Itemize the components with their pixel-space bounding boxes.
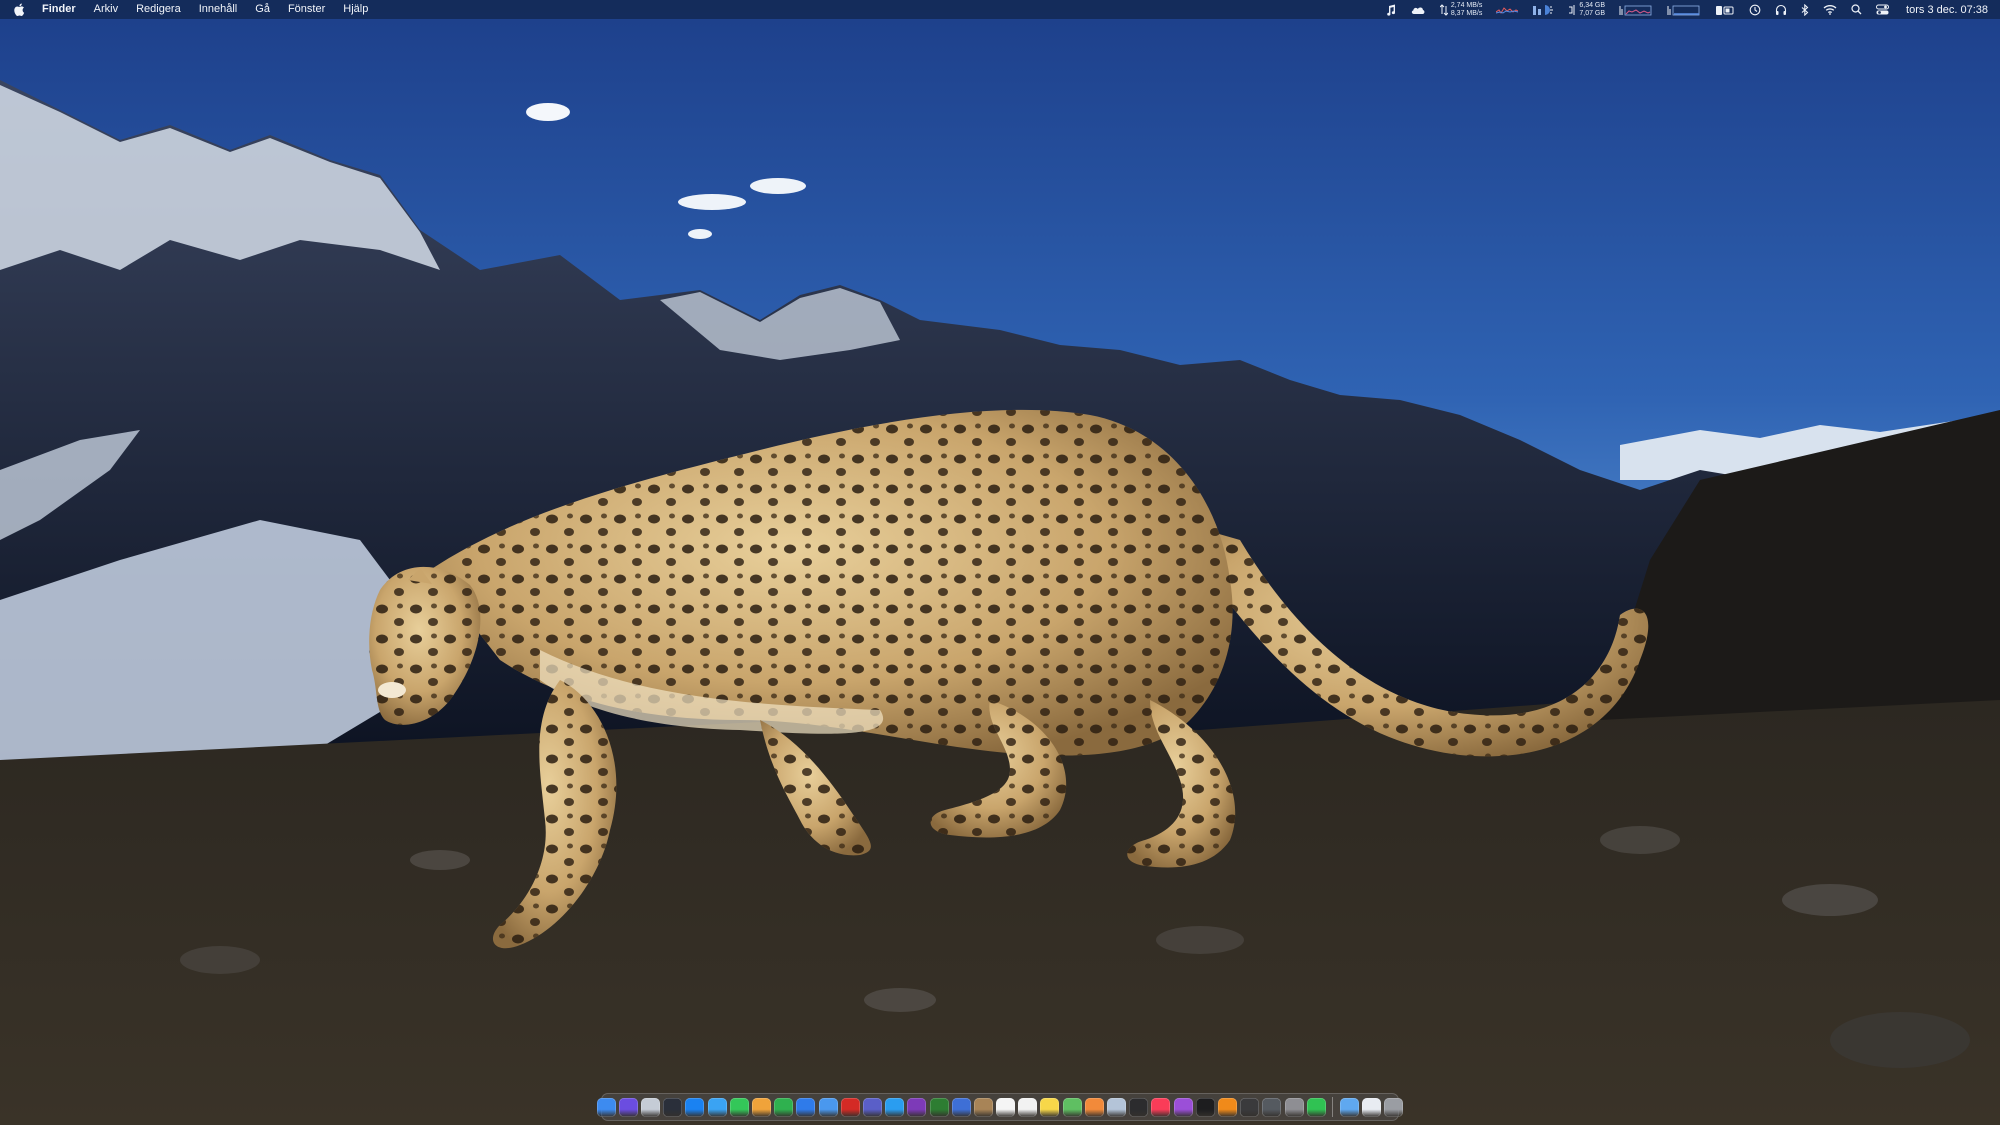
books-icon[interactable] — [1217, 1097, 1237, 1117]
safari-icon[interactable] — [707, 1097, 727, 1117]
menu-redigera[interactable]: Redigera — [127, 0, 190, 19]
pages-icon[interactable] — [752, 1097, 772, 1117]
apple-tv-icon[interactable] — [1195, 1097, 1215, 1117]
dock-folders — [1338, 1097, 1405, 1117]
disk-usage-readout: 6,34 GB 7,07 GB — [1579, 2, 1605, 18]
cpu-gauge-icon[interactable] — [1532, 0, 1554, 19]
cloud-icon[interactable] — [1410, 0, 1426, 19]
spotlight-search-icon[interactable] — [1851, 0, 1862, 19]
console-icon[interactable] — [1262, 1097, 1282, 1117]
vim-icon[interactable] — [929, 1097, 949, 1117]
desktop-wallpaper — [0, 0, 2000, 1125]
calendar-icon[interactable] — [996, 1097, 1016, 1117]
disk-used-value: 6,34 GB — [1579, 1, 1606, 9]
downloads-folder-icon[interactable] — [1339, 1097, 1359, 1117]
menu-bar-clock[interactable]: tors 3 dec. 07:38 — [1906, 4, 1988, 16]
photos-icon[interactable] — [1084, 1097, 1104, 1117]
dock-apps — [595, 1097, 1327, 1117]
menu-bar-left: Finder Arkiv Redigera Innehåll Gå Fönste… — [0, 0, 377, 19]
voice-memos-icon[interactable] — [1129, 1097, 1149, 1117]
onenote-icon[interactable] — [907, 1097, 927, 1117]
dock-separator — [1332, 1097, 1334, 1117]
preview-icon[interactable] — [1107, 1097, 1127, 1117]
mission-control-icon[interactable] — [663, 1097, 683, 1117]
control-center-icon[interactable] — [1876, 0, 1890, 19]
menu-app-finder[interactable]: Finder — [38, 0, 85, 19]
menu-arkiv[interactable]: Arkiv — [85, 0, 127, 19]
menu-bar: Finder Arkiv Redigera Innehåll Gå Fönste… — [0, 0, 2000, 19]
mail-icon[interactable] — [818, 1097, 838, 1117]
time-machine-icon[interactable] — [1749, 0, 1761, 19]
mailspring-icon[interactable] — [951, 1097, 971, 1117]
notes-icon[interactable] — [1040, 1097, 1060, 1117]
launchpad-icon[interactable] — [641, 1097, 661, 1117]
apple-menu[interactable] — [0, 3, 38, 16]
wifi-icon[interactable] — [1823, 0, 1837, 19]
memory-graph-icon[interactable] — [1619, 0, 1653, 19]
teams-icon[interactable] — [862, 1097, 882, 1117]
snow-leopard-wallpaper — [0, 0, 2000, 1125]
menu-bar-extras: 2,74 MB/s 8,37 MB/s 6,34 GB 7,07 GB tors… — [1379, 0, 2000, 19]
facetime-icon[interactable] — [1306, 1097, 1326, 1117]
app-store-icon[interactable] — [685, 1097, 705, 1117]
music-note-icon[interactable] — [1386, 0, 1396, 19]
menu-ga[interactable]: Gå — [246, 0, 279, 19]
menu-innehall[interactable]: Innehåll — [190, 0, 247, 19]
skype-icon[interactable] — [885, 1097, 905, 1117]
menu-hjalp[interactable]: Hjälp — [334, 0, 377, 19]
system-preferences-icon[interactable] — [1284, 1097, 1304, 1117]
dock — [596, 1093, 1404, 1121]
headphones-icon[interactable] — [1775, 0, 1787, 19]
documents-stack-icon[interactable] — [1362, 1097, 1382, 1117]
battery-icon[interactable] — [1715, 0, 1735, 19]
script-editor-icon[interactable] — [973, 1097, 993, 1117]
activity-monitor-icon[interactable] — [1240, 1097, 1260, 1117]
maps-icon[interactable] — [1062, 1097, 1082, 1117]
disk-free-value: 7,07 GB — [1579, 9, 1606, 17]
activity-graph-icon[interactable] — [1667, 0, 1701, 19]
disk-usage-indicator[interactable]: 6,34 GB 7,07 GB — [1568, 0, 1605, 19]
music-icon[interactable] — [1151, 1097, 1171, 1117]
acrobat-icon[interactable] — [840, 1097, 860, 1117]
trash-icon[interactable] — [1384, 1097, 1404, 1117]
keynote-icon[interactable] — [796, 1097, 816, 1117]
messages-icon[interactable] — [729, 1097, 749, 1117]
finder-icon[interactable] — [596, 1097, 616, 1117]
reminders-icon[interactable] — [1018, 1097, 1038, 1117]
network-up-value: 2,74 MB/s — [1450, 1, 1483, 9]
apple-logo-icon — [13, 3, 24, 16]
menu-fonster[interactable]: Fönster — [279, 0, 334, 19]
network-speed-icon[interactable]: 2,74 MB/s 8,37 MB/s — [1439, 0, 1483, 19]
siri-icon[interactable] — [618, 1097, 638, 1117]
numbers-icon[interactable] — [774, 1097, 794, 1117]
network-graph-icon[interactable] — [1496, 0, 1519, 19]
network-down-value: 8,37 MB/s — [1450, 9, 1483, 17]
podcasts-icon[interactable] — [1173, 1097, 1193, 1117]
bluetooth-icon[interactable] — [1801, 0, 1809, 19]
network-speed-readout: 2,74 MB/s 8,37 MB/s — [1451, 2, 1483, 18]
